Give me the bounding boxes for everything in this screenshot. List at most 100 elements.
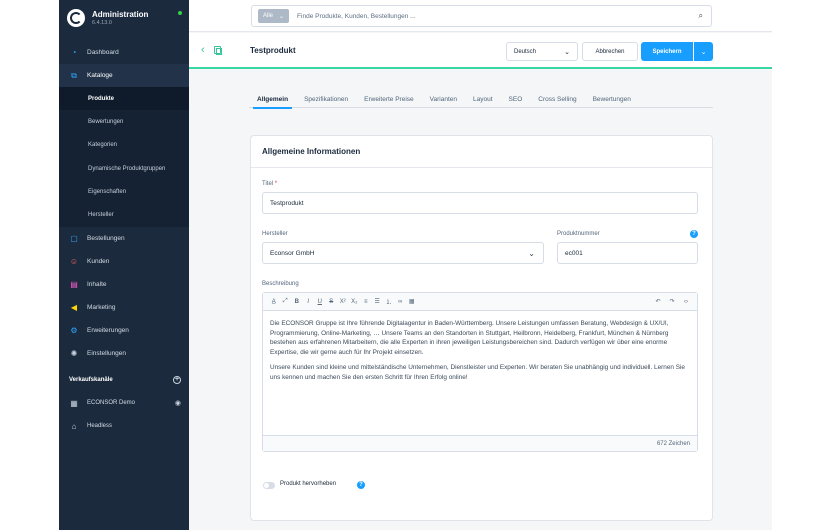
storefront-icon: ▦ <box>70 398 78 408</box>
sidebar-item-label: Einstellungen <box>87 349 127 357</box>
underline-icon[interactable]: U <box>314 296 326 308</box>
shopware-logo-icon[interactable] <box>67 9 85 27</box>
subscript-icon[interactable]: X₂ <box>349 296 361 308</box>
table-icon[interactable]: ▦ <box>406 296 418 308</box>
sidebar-item-label: Dashboard <box>87 49 119 56</box>
sidebar-item-bestellungen[interactable]: ▢ Bestellungen <box>59 227 189 250</box>
sidebar-subitem-dynamische-produktgruppen[interactable]: Dynamische Produktgruppen <box>59 157 189 180</box>
tab-spezifikationen[interactable]: Spezifikationen <box>296 90 356 108</box>
sales-channel-headless[interactable]: ⌂ Headless <box>59 415 189 438</box>
text-style-icon[interactable]: A̲ <box>268 296 280 308</box>
sales-channel-label: ECONSOR Demo <box>87 400 136 407</box>
description-editor: A̲ ⤢ B I U S X² X₂ ≡ ☰ ⒈ ∞ ▦ ↶ ↷ ‹› Die … <box>262 292 698 452</box>
unordered-list-icon[interactable]: ☰ <box>372 296 384 308</box>
global-search[interactable]: Alle ⌄ Finde Produkte, Kunden, Bestellun… <box>251 5 712 27</box>
manufacturer-select[interactable]: Econsor GmbH ⌄ <box>262 242 544 264</box>
chevron-down-icon: ⌄ <box>528 248 535 258</box>
sales-channels-header: Verkaufskanäle + <box>59 369 189 392</box>
sidebar-subitem-kategorien[interactable]: Kategorien <box>59 134 189 157</box>
highlight-product-toggle[interactable] <box>263 482 275 489</box>
code-view-icon[interactable]: ‹› <box>679 296 693 308</box>
strikethrough-icon[interactable]: S <box>326 296 338 308</box>
help-icon[interactable]: ? <box>690 230 698 238</box>
main-nav: ◔ Dashboard ⧉ Kataloge Produkte Bewertun… <box>59 41 189 365</box>
sidebar-item-dashboard[interactable]: ◔ Dashboard <box>59 41 189 64</box>
product-number-field[interactable]: ec001 <box>557 242 698 264</box>
highlight-product-label: Produkt hervorheben <box>280 481 337 487</box>
cancel-button[interactable]: Abbrechen <box>582 42 638 61</box>
undo-icon[interactable]: ↶ <box>651 296 665 308</box>
add-sales-channel-icon[interactable]: + <box>173 376 181 385</box>
title-label: Titel * <box>262 181 277 187</box>
sidebar-item-erweiterungen[interactable]: ⚙ Erweiterungen <box>59 319 189 342</box>
help-icon[interactable]: ? <box>357 481 365 489</box>
sidebar-item-label: Kataloge <box>87 72 113 79</box>
chevron-down-icon: ⌄ <box>700 48 707 56</box>
save-button[interactable]: Speichern <box>641 42 693 61</box>
search-icon[interactable]: ⌕ <box>699 11 703 21</box>
required-marker: * <box>274 181 278 187</box>
link-icon[interactable]: ∞ <box>395 296 407 308</box>
sidebar-item-kunden[interactable]: ☺ Kunden <box>59 250 189 273</box>
tab-allgemein[interactable]: Allgemein <box>249 90 296 109</box>
chevron-down-icon: ⌄ <box>279 13 285 20</box>
headless-icon: ⌂ <box>71 421 77 431</box>
copy-icon[interactable] <box>214 46 222 55</box>
ordered-list-icon[interactable]: ⒈ <box>383 296 395 308</box>
fullscreen-icon[interactable]: ⤢ <box>280 296 292 308</box>
manufacturer-label: Hersteller <box>262 231 288 237</box>
superscript-icon[interactable]: X² <box>337 296 349 308</box>
sidebar-item-marketing[interactable]: ◀ Marketing <box>59 296 189 319</box>
language-select[interactable]: Deutsch ⌄ <box>506 42 578 61</box>
sidebar-item-label: Inhalte <box>87 280 107 288</box>
back-chevron-icon[interactable]: ‹ <box>201 45 205 56</box>
redo-icon[interactable]: ↷ <box>665 296 679 308</box>
editor-toolbar: A̲ ⤢ B I U S X² X₂ ≡ ☰ ⒈ ∞ ▦ ↶ ↷ ‹› <box>263 293 697 311</box>
top-bar: Alle ⌄ Finde Produkte, Kunden, Bestellun… <box>189 0 772 32</box>
description-paragraph: Die ECONSOR Gruppe ist Ihre führende Dig… <box>270 320 669 356</box>
tab-cross-selling[interactable]: Cross Selling <box>530 90 584 108</box>
sidebar-subitem-produkte[interactable]: Produkte <box>59 87 189 111</box>
eye-icon[interactable]: ◉ <box>175 399 181 407</box>
plugin-icon: ⚙ <box>70 325 78 335</box>
admin-app: Administration 6.4.13.0 ◔ Dashboard ⧉ Ka… <box>59 0 772 530</box>
sidebar-item-inhalte[interactable]: ▤ Inhalte <box>59 273 189 296</box>
tab-layout[interactable]: Layout <box>465 90 501 108</box>
sidebar-item-kataloge[interactable]: ⧉ Kataloge <box>59 64 189 87</box>
bold-icon[interactable]: B <box>291 296 303 308</box>
editor-toolbar-right: ↶ ↷ ‹› <box>651 296 697 308</box>
sidebar-subitem-bewertungen[interactable]: Bewertungen <box>59 110 189 133</box>
tab-bewertungen[interactable]: Bewertungen <box>585 90 639 108</box>
description-label: Beschreibung <box>262 281 299 287</box>
card-divider <box>251 167 712 168</box>
sidebar-item-label: Kunden <box>87 257 110 265</box>
gauge-icon: ◔ <box>71 48 77 57</box>
save-options-button[interactable]: ⌄ <box>694 42 713 61</box>
description-text[interactable]: Die ECONSOR Gruppe ist Ihre führende Dig… <box>263 311 697 435</box>
sidebar-item-einstellungen[interactable]: ✺ Einstellungen <box>59 342 189 365</box>
italic-icon[interactable]: I <box>303 296 315 308</box>
sidebar: Administration 6.4.13.0 ◔ Dashboard ⧉ Ka… <box>59 0 189 530</box>
sidebar-subitem-eigenschaften[interactable]: Eigenschaften <box>59 180 189 203</box>
users-icon: ☺ <box>69 256 79 266</box>
product-tabs: Allgemein Spezifikationen Erweiterte Pre… <box>249 90 713 109</box>
tab-erweiterte-preise[interactable]: Erweiterte Preise <box>356 90 422 108</box>
align-icon[interactable]: ≡ <box>360 296 372 308</box>
search-input[interactable]: Finde Produkte, Kunden, Bestellungen ... <box>297 13 416 20</box>
search-scope-select[interactable]: Alle ⌄ <box>258 9 290 23</box>
sales-channel-econsor-demo[interactable]: ▦ ECONSOR Demo ◉ <box>59 392 189 415</box>
manufacturer-value: Econsor GmbH <box>270 249 315 257</box>
status-dot-icon <box>178 11 182 15</box>
sidebar-subitem-hersteller[interactable]: Hersteller <box>59 203 189 226</box>
tab-seo[interactable]: SEO <box>501 90 531 108</box>
language-value: Deutsch <box>514 48 537 55</box>
chevron-down-icon: ⌄ <box>564 48 570 56</box>
title-field[interactable]: Testprodukt <box>262 192 698 214</box>
kataloge-submenu: Produkte Bewertungen Kategorien Dynamisc… <box>59 87 189 227</box>
content-icon: ▤ <box>70 279 78 289</box>
sidebar-item-label: Bestellungen <box>87 234 125 242</box>
card-title: Allgemeine Informationen <box>262 147 361 156</box>
brand-title: Administration <box>92 9 149 19</box>
tab-varianten[interactable]: Varianten <box>422 90 465 108</box>
sidebar-item-label: Erweiterungen <box>87 326 129 334</box>
